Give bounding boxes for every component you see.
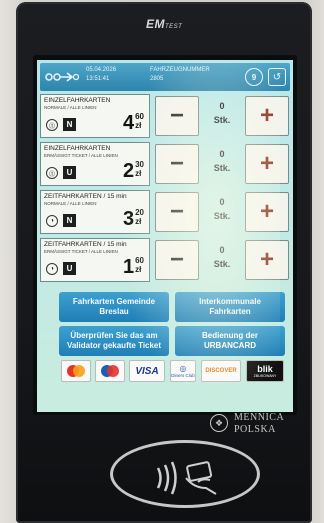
visa-logo: VISA [129,360,165,382]
breslau-tickets-button[interactable]: Fahrkarten Gemeinde Breslau [59,292,169,322]
header-bar: 05.04.2026 13:51:41 FAHRZEUGNUMMER 2805 … [40,63,290,91]
ticket-name: EINZELFAHRKARTEN [44,145,111,152]
machine-brand: EMTEST [146,17,183,31]
zone-icon: ⓵ [46,167,58,179]
blik-logo: blik ZBLIKOWANY [246,360,284,382]
fare-type-badge: N [63,214,76,227]
quantity-display: 0 Stk. [213,101,231,125]
ticket-name: EINZELFAHRKARTEN [44,97,111,104]
ticket-row: EINZELFAHRKARTEN NORMALE / ALLE LINIEN ⓵… [40,94,290,138]
route-icon [45,72,79,82]
quantity-display: 0 Stk. [213,197,231,221]
ticket-name: ZEITFAHRKARTEN / 15 min [44,241,127,248]
ticket-subtitle: NORMALE / ALLE LINIEN [44,201,97,206]
increase-button[interactable]: + [245,192,289,232]
decrease-button[interactable]: − [155,96,199,136]
ticket-price: 3 20 zł [122,208,144,230]
ticket-card: EINZELFAHRKARTEN NORMALE / ALLE LINIEN ⓵… [40,94,150,138]
touch-screen: 05.04.2026 13:51:41 FAHRZEUGNUMMER 2805 … [37,60,293,412]
ticket-card: ZEITFAHRKARTEN / 15 min NORMALE / ALLE L… [40,190,150,234]
check-validator-ticket-button[interactable]: Überprüfen Sie das am Validator gekaufte… [59,326,169,356]
ticket-price: 4 60 zł [122,112,144,134]
zone-icon: ◑ [46,263,58,275]
back-button[interactable]: ↺ [268,68,286,86]
urbancard-button[interactable]: Bedienung der URBANCARD [175,326,285,356]
ticket-row: ZEITFAHRKARTEN / 15 min NORMALE / ALLE L… [40,190,290,234]
mastercard-logo [61,360,91,382]
ticket-price: 1 60 zł [122,256,144,278]
back-arrow-icon: ↺ [272,71,282,83]
eagle-emblem-icon: ❖ [210,414,228,432]
increase-button[interactable]: + [245,144,289,184]
info-button[interactable]: 9 [245,68,263,86]
maestro-logo [95,360,125,382]
fare-type-badge: U [63,262,76,275]
ticket-name: ZEITFAHRKARTEN / 15 min [44,193,127,200]
ticket-subtitle: NORMALE / ALLE LINIEN [44,105,97,110]
decrease-button[interactable]: − [155,144,199,184]
decrease-button[interactable]: − [155,192,199,232]
ticket-subtitle: ERMÄSSIGT TICKET / ALLE LINIEN [44,153,118,158]
ticket-row: ZEITFAHRKARTEN / 15 min ERMÄSSIGT TICKET… [40,238,290,282]
date-time: 05.04.2026 13:51:41 [86,67,117,82]
intercommunal-tickets-button[interactable]: Interkommunale Fahrkarten [175,292,285,322]
ticket-row: EINZELFAHRKARTEN ERMÄSSIGT TICKET / ALLE… [40,142,290,186]
discover-logo: DISCOVER [201,360,241,382]
diners-club-logo: ◎ Diners Club [170,360,196,382]
ticket-subtitle: ERMÄSSIGT TICKET / ALLE LINIEN [44,249,118,254]
fare-type-badge: U [63,166,76,179]
vehicle-info: FAHRZEUGNUMMER 2805 [150,67,210,82]
ticket-price: 2 30 zł [122,160,144,182]
contactless-payment-icon [156,461,217,495]
quantity-display: 0 Stk. [213,149,231,173]
increase-button[interactable]: + [245,240,289,280]
zone-icon: ⓵ [46,119,58,131]
ticket-card: ZEITFAHRKARTEN / 15 min ERMÄSSIGT TICKET… [40,238,150,282]
quantity-display: 0 Stk. [213,245,231,269]
decrease-button[interactable]: − [155,240,199,280]
fare-type-badge: N [63,118,76,131]
increase-button[interactable]: + [245,96,289,136]
ticket-card: EINZELFAHRKARTEN ERMÄSSIGT TICKET / ALLE… [40,142,150,186]
zone-icon: ◑ [46,215,58,227]
